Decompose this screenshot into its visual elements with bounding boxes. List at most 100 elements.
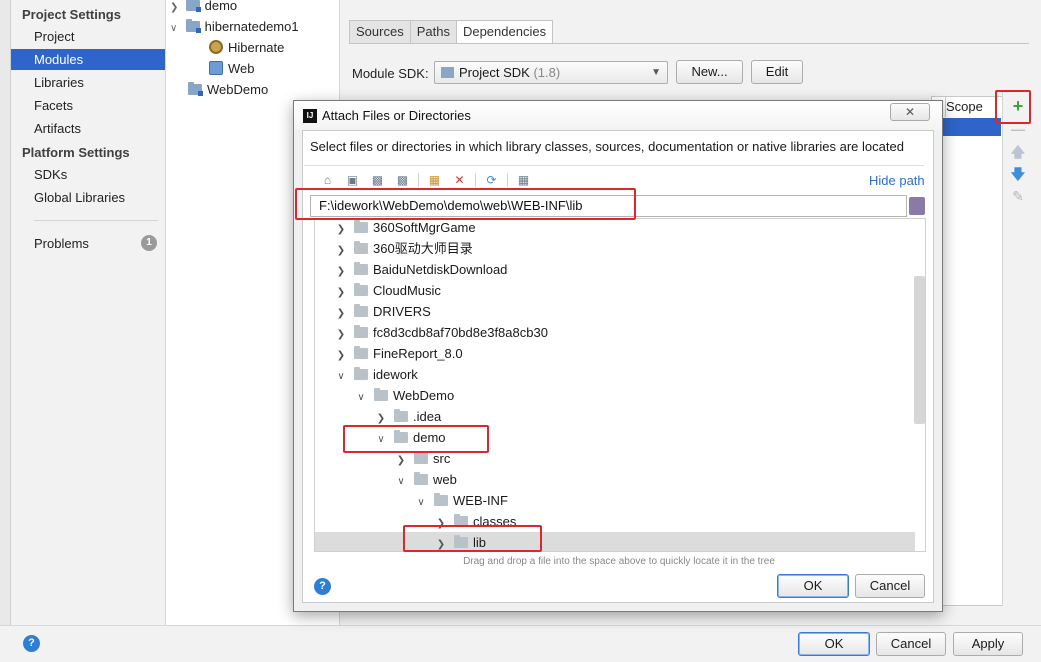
chevron-right-icon[interactable]: ❯ bbox=[335, 219, 347, 240]
desktop-icon[interactable]: ▣ bbox=[343, 171, 362, 189]
tree-row-webdemo[interactable]: ∨ WebDemo bbox=[315, 385, 915, 406]
settings-sidebar: Project Settings Project Modules Librari… bbox=[11, 0, 166, 625]
path-history-icon[interactable] bbox=[909, 197, 925, 215]
module-icon bbox=[188, 82, 203, 96]
dialog-cancel-button[interactable]: Cancel bbox=[855, 574, 925, 598]
tab-sources[interactable]: Sources bbox=[349, 20, 411, 44]
hibernate-icon bbox=[209, 40, 223, 54]
file-tree-scrollbar[interactable] bbox=[914, 276, 925, 424]
annotation-add-button-highlight bbox=[995, 90, 1031, 124]
tree-item-web[interactable]: Web bbox=[209, 58, 255, 79]
chevron-right-icon[interactable]: ❯ bbox=[335, 240, 347, 261]
annotation-lib-folder-highlight bbox=[403, 525, 542, 552]
chevron-down-icon[interactable]: ∨ bbox=[355, 387, 367, 408]
sidebar-item-problems[interactable]: Problems 1 bbox=[11, 233, 165, 254]
chevron-right-icon[interactable]: ❯ bbox=[335, 261, 347, 282]
intellij-app-icon: IJ bbox=[303, 109, 317, 123]
chevron-right-icon[interactable]: ❯ bbox=[335, 282, 347, 303]
scope-column-header[interactable]: Scope bbox=[945, 97, 995, 117]
tab-underline bbox=[349, 43, 1029, 44]
edit-pencil-icon[interactable]: ✎ bbox=[1010, 188, 1026, 204]
folder-icon bbox=[354, 283, 368, 296]
sidebar-item-label: Problems bbox=[34, 236, 89, 251]
tree-row-web[interactable]: ∨ web bbox=[315, 469, 915, 490]
move-up-icon[interactable]: 🡅 bbox=[1010, 144, 1026, 160]
tree-row-360-driver[interactable]: ❯ 360驱动大师目录 bbox=[315, 238, 915, 259]
chevron-right-icon[interactable]: ❯ bbox=[335, 303, 347, 324]
sidebar-item-artifacts[interactable]: Artifacts bbox=[11, 118, 165, 139]
chevron-down-icon[interactable]: ∨ bbox=[395, 471, 407, 492]
file-chooser-toolbar: ⌂ ▣ ▩ ▩ ▦ ✕ ⟳ ▦ bbox=[318, 171, 533, 189]
sidebar-item-global-libraries[interactable]: Global Libraries bbox=[11, 187, 165, 208]
tree-row-360softmgrgame[interactable]: ❯ 360SoftMgrGame bbox=[315, 219, 915, 240]
refresh-icon[interactable]: ⟳ bbox=[482, 171, 501, 189]
help-icon[interactable]: ? bbox=[23, 635, 40, 652]
problems-count-badge: 1 bbox=[141, 235, 157, 251]
annotation-demo-folder-highlight bbox=[343, 425, 489, 453]
tree-item-hibernatedemo1[interactable]: ∨ hibernatedemo1 bbox=[170, 16, 299, 37]
sidebar-item-project[interactable]: Project bbox=[11, 26, 165, 47]
tab-paths[interactable]: Paths bbox=[409, 20, 457, 44]
move-down-icon[interactable]: 🡇 bbox=[1010, 166, 1026, 182]
delete-icon[interactable]: ✕ bbox=[450, 171, 469, 189]
close-icon[interactable]: ✕ bbox=[890, 103, 930, 121]
chevron-down-icon[interactable]: ∨ bbox=[335, 366, 347, 387]
sdk-folder-icon bbox=[441, 67, 454, 78]
selected-dependency-row[interactable] bbox=[941, 118, 1001, 136]
sidebar-item-libraries[interactable]: Libraries bbox=[11, 72, 165, 93]
footer-cancel-button[interactable]: Cancel bbox=[876, 632, 946, 656]
home-icon[interactable]: ⌂ bbox=[318, 171, 337, 189]
chevron-down-icon[interactable]: ∨ bbox=[415, 492, 427, 513]
tree-row-cloudmusic[interactable]: ❯ CloudMusic bbox=[315, 280, 915, 301]
new-folder-icon[interactable]: ▦ bbox=[425, 171, 444, 189]
module-icon bbox=[185, 19, 201, 33]
tree-row-baidunetdisk[interactable]: ❯ BaiduNetdiskDownload bbox=[315, 259, 915, 280]
sidebar-item-modules[interactable]: Modules bbox=[11, 49, 165, 70]
folder-icon bbox=[354, 262, 368, 275]
tree-row-drivers[interactable]: ❯ DRIVERS bbox=[315, 301, 915, 322]
edit-sdk-button[interactable]: Edit bbox=[751, 60, 803, 84]
folder-icon bbox=[354, 367, 368, 380]
chevron-right-icon[interactable]: ❯ bbox=[335, 345, 347, 366]
tree-item-hibernate[interactable]: Hibernate bbox=[209, 37, 284, 58]
tree-row-web-inf[interactable]: ∨ WEB-INF bbox=[315, 490, 915, 511]
tab-dependencies[interactable]: Dependencies bbox=[455, 20, 554, 44]
tree-row-hash-folder[interactable]: ❯ fc8d3cdb8af70bd8e3f8a8cb30 bbox=[315, 322, 915, 343]
sidebar-item-facets[interactable]: Facets bbox=[11, 95, 165, 116]
window-left-edge bbox=[0, 0, 11, 662]
hide-path-link[interactable]: Hide path bbox=[869, 173, 925, 188]
dialog-description: Select files or directories in which lib… bbox=[310, 139, 904, 154]
help-icon[interactable]: ? bbox=[314, 578, 331, 595]
dialog-ok-button[interactable]: OK bbox=[777, 574, 849, 598]
module-tabs: Sources Paths Dependencies bbox=[349, 20, 554, 44]
dialog-titlebar[interactable]: IJ Attach Files or Directories ✕ bbox=[294, 101, 942, 130]
tree-row-idework[interactable]: ∨ idework bbox=[315, 364, 915, 385]
footer-ok-button[interactable]: OK bbox=[798, 632, 870, 656]
attach-files-dialog: IJ Attach Files or Directories ✕ Select … bbox=[293, 100, 943, 612]
footer-apply-button[interactable]: Apply bbox=[953, 632, 1023, 656]
dialog-separator bbox=[304, 165, 924, 166]
new-sdk-button[interactable]: New... bbox=[676, 60, 743, 84]
folder-icon bbox=[414, 472, 428, 485]
project-folder-icon[interactable]: ▩ bbox=[368, 171, 387, 189]
tree-item-webdemo[interactable]: WebDemo bbox=[188, 79, 268, 100]
tree-item-demo[interactable]: ❯ demo bbox=[170, 0, 237, 16]
folder-icon bbox=[354, 346, 368, 359]
toolbar-divider bbox=[475, 173, 476, 187]
tree-row-idea[interactable]: ❯ .idea bbox=[315, 406, 915, 427]
chevron-right-icon[interactable]: ❯ bbox=[395, 450, 407, 471]
tree-row-finereport[interactable]: ❯ FineReport_8.0 bbox=[315, 343, 915, 364]
project-settings-header: Project Settings bbox=[22, 7, 121, 22]
folder-icon bbox=[354, 325, 368, 338]
show-hidden-icon[interactable]: ▦ bbox=[514, 171, 533, 189]
annotation-path-highlight bbox=[295, 188, 636, 220]
platform-settings-header: Platform Settings bbox=[22, 145, 130, 160]
sidebar-item-sdks[interactable]: SDKs bbox=[11, 164, 165, 185]
chevron-right-icon[interactable]: ❯ bbox=[335, 324, 347, 345]
settings-footer: ? OK Cancel Apply bbox=[0, 625, 1041, 662]
module-sdk-select[interactable]: Project SDK (1.8) ▼ bbox=[434, 61, 668, 84]
web-facet-icon bbox=[209, 61, 223, 75]
chevron-down-icon[interactable]: ∨ bbox=[170, 18, 182, 39]
file-tree: ❯ 360SoftMgrGame ❯ 360驱动大师目录 ❯ BaiduNetdisk… bbox=[314, 218, 926, 552]
module-folder-icon[interactable]: ▩ bbox=[393, 171, 412, 189]
